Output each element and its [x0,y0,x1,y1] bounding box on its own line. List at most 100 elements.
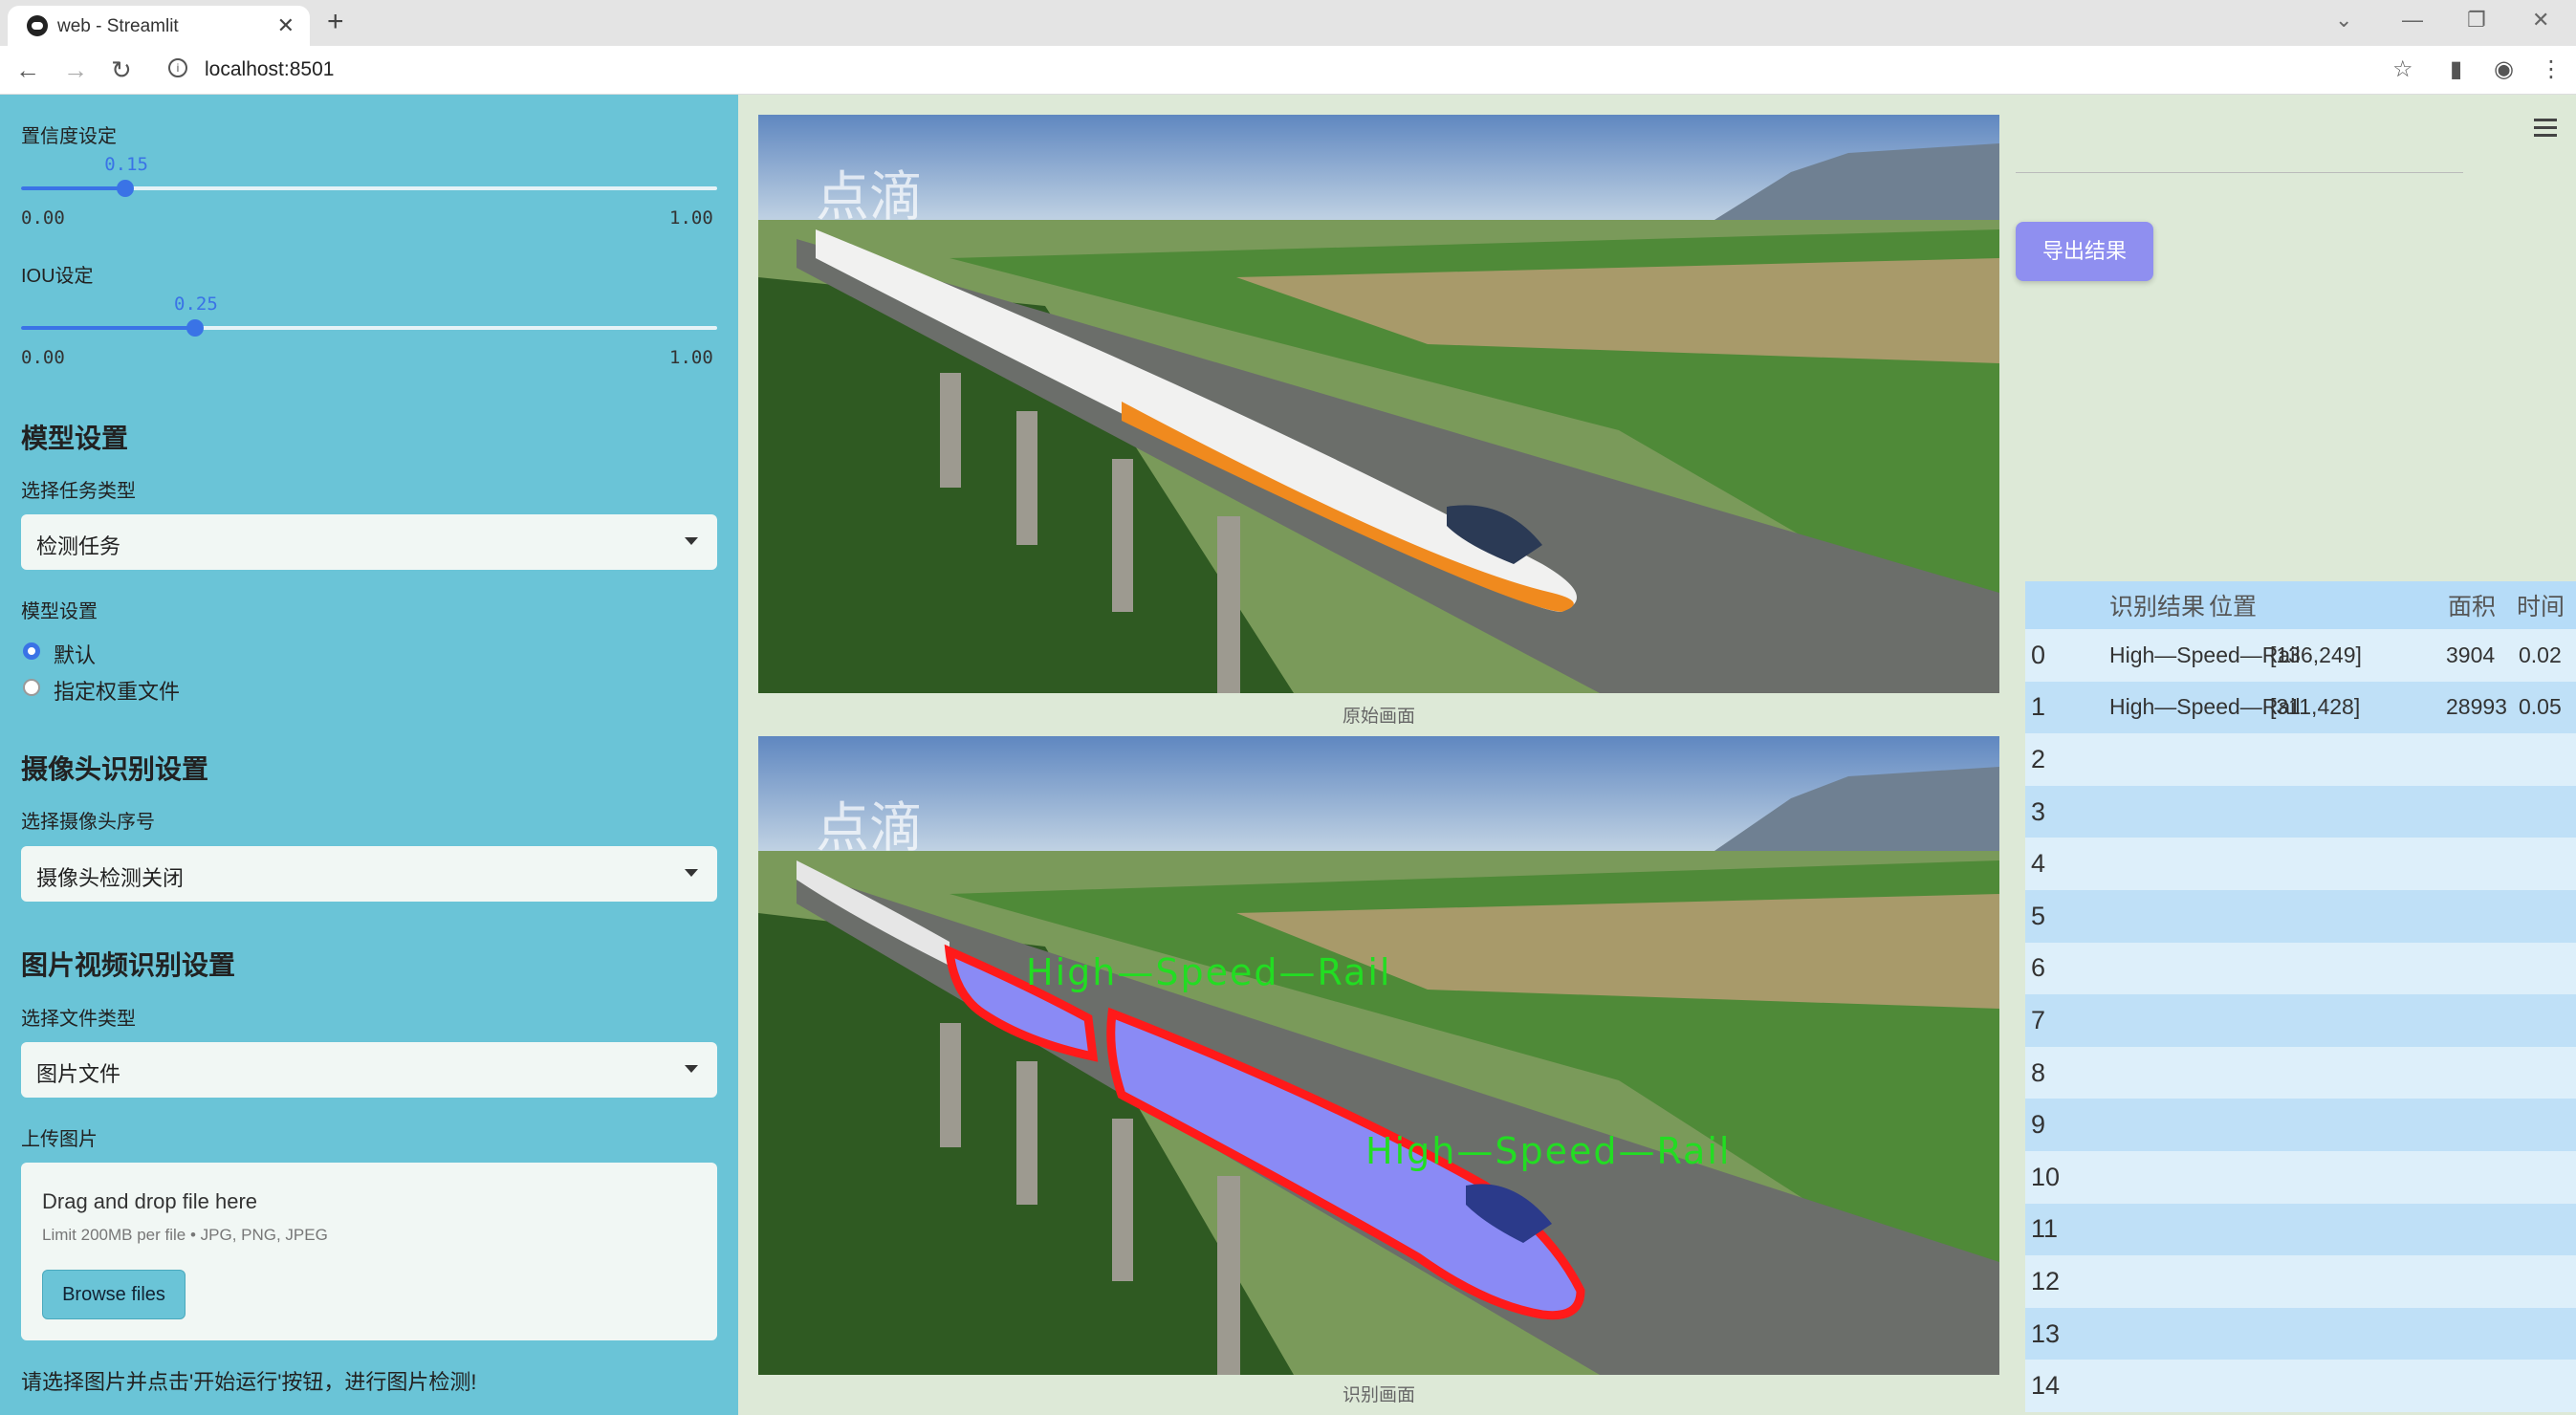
table-row[interactable]: 12 [2025,1255,2576,1308]
table-body: 0 High—Speed—Rail [136,249] 3904 0.02 1 High—S… [2025,629,2576,1412]
table-row[interactable]: 0 High—Speed—Rail [136,249] 3904 0.02 [2025,629,2576,682]
table-row[interactable]: 13 [2025,1307,2576,1361]
table-row[interactable]: 14 [2025,1360,2576,1412]
row-index: 0 [2031,640,2046,669]
table-row[interactable]: 4 [2025,838,2576,890]
table-row[interactable]: 11 [2025,1203,2576,1256]
table-row[interactable]: 9 [2025,1099,2576,1151]
new-tab-icon[interactable]: + [327,6,344,38]
table-header-time[interactable]: 时间 [2517,581,2574,629]
radio-default-label[interactable]: 默认 [54,639,96,669]
confidence-slider[interactable] [21,180,717,197]
reload-icon[interactable]: ↻ [111,55,132,85]
file-type-value: 图片文件 [36,1062,121,1086]
row-time [2519,994,2576,1047]
row-index: 7 [2031,1005,2046,1034]
chevron-down-icon [685,1065,698,1073]
chevron-down-icon [685,869,698,877]
forward-icon[interactable]: → [63,55,88,85]
camera-index-select[interactable]: 摄像头检测关闭 [21,846,717,902]
iou-slider[interactable] [21,319,717,337]
confidence-value: 0.15 [104,154,148,175]
iou-slider-thumb[interactable] [186,319,204,337]
row-time: 0.02 [2519,642,2562,667]
table-header-row: 识别结果 位置 面积 时间 [2025,581,2576,629]
camera-section-title: 摄像头识别设置 [21,754,209,784]
confidence-min: 0.00 [21,207,65,229]
table-header-position[interactable]: 位置 [2209,581,2448,629]
row-time [2519,1047,2576,1099]
task-type-value: 检测任务 [36,534,121,558]
bookmark-star-icon[interactable]: ☆ [2392,55,2413,83]
confidence-max: 1.00 [669,207,713,229]
export-results-button[interactable]: 导出结果 [2016,222,2153,281]
original-caption: 原始画面 [1342,707,1415,727]
radio-custom-weights-label[interactable]: 指定权重文件 [54,675,180,706]
row-time [2519,786,2576,838]
radio-custom-weights[interactable] [23,679,40,696]
row-index: 11 [2031,1214,2059,1244]
browser-menu-icon[interactable]: ⋮ [2540,55,2563,83]
file-type-select[interactable]: 图片文件 [21,1042,717,1098]
browser-tab[interactable]: web - Streamlit ✕ [8,6,310,46]
confidence-label: 置信度设定 [21,126,117,147]
model-setting-label: 模型设置 [21,601,98,622]
iou-value: 0.25 [174,294,218,315]
close-tab-icon[interactable]: ✕ [277,13,295,38]
row-time [2519,1308,2576,1361]
address-bar[interactable]: localhost:8501 [205,58,334,81]
iou-slider-fill [21,326,195,330]
model-section-title: 模型设置 [21,424,129,453]
table-row[interactable]: 8 [2025,1046,2576,1099]
restore-icon[interactable]: ❐ [2467,8,2486,33]
row-time [2519,1099,2576,1151]
tab-search-icon[interactable]: ⌄ [2335,8,2352,33]
table-row[interactable]: 5 [2025,889,2576,943]
browse-files-button[interactable]: Browse files [42,1270,186,1319]
table-row[interactable]: 6 [2025,942,2576,995]
close-window-icon[interactable]: ✕ [2532,8,2549,33]
row-index: 2 [2031,744,2046,773]
watermark-text: 点滴 [816,797,923,860]
row-index: 8 [2031,1057,2046,1087]
row-time: 0.05 [2519,694,2562,720]
row-time [2519,1255,2576,1308]
iou-label: IOU设定 [21,266,94,287]
results-table: 识别结果 位置 面积 时间 0 High—Speed—Rail [136,249] 3… [2025,581,2576,1412]
table-row[interactable]: 2 [2025,733,2576,786]
row-index: 4 [2031,849,2046,879]
confidence-slider-thumb[interactable] [117,180,135,197]
row-index: 13 [2031,1318,2061,1348]
hamburger-menu-icon[interactable] [2534,119,2557,142]
streamlit-favicon-icon [27,15,48,36]
browser-tab-bar: web - Streamlit ✕ + ⌄ — ❐ ✕ [0,0,2576,46]
task-type-select[interactable]: 检测任务 [21,514,717,570]
row-index: 10 [2031,1162,2061,1191]
result-image: High—Speed—Rail High—Speed—Rail 点滴 [758,736,1999,1375]
row-time [2519,838,2576,890]
radio-default[interactable] [23,642,40,660]
back-icon[interactable]: ← [15,55,40,85]
tab-title: web - Streamlit [57,16,179,36]
site-info-icon[interactable]: i [168,58,187,77]
detection-label-2: High—Speed—Rail [1365,1130,1731,1172]
row-time [2519,1151,2576,1204]
divider [2016,172,2463,173]
original-image: 点滴 [758,115,1999,693]
row-time [2519,943,2576,995]
row-index: 5 [2031,901,2046,930]
profile-avatar-icon[interactable]: ◉ [2494,55,2514,83]
table-row[interactable]: 10 [2025,1150,2576,1204]
row-index: 1 [2031,692,2046,722]
row-index: 9 [2031,1110,2046,1140]
minimize-icon[interactable]: — [2402,8,2423,33]
chevron-down-icon [685,537,698,545]
table-row[interactable]: 7 [2025,994,2576,1047]
file-dropzone[interactable]: Drag and drop file here Limit 200MB per … [21,1163,717,1340]
camera-index-value: 摄像头检测关闭 [36,866,185,890]
side-panel-icon[interactable]: ▮ [2450,55,2462,83]
table-row[interactable]: 3 [2025,785,2576,838]
browser-toolbar: ← → ↻ i localhost:8501 ☆ ▮ ◉ ⋮ [0,46,2576,95]
table-row[interactable]: 1 High—Speed—Rail [311,428] 28993 0.05 [2025,681,2576,734]
row-index: 3 [2031,796,2046,826]
